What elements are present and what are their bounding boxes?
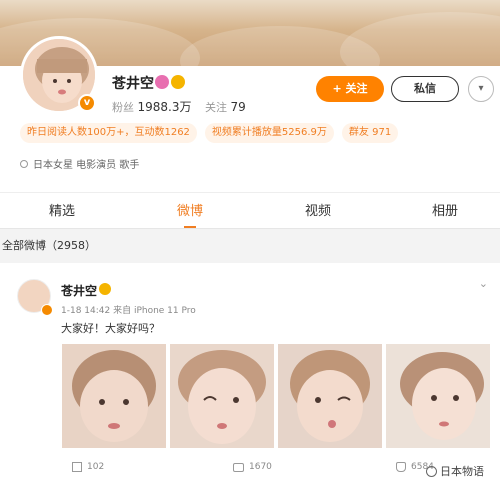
- watermark-text: 日本物语: [440, 465, 484, 478]
- post-photo[interactable]: [278, 344, 382, 448]
- share-icon: [72, 462, 82, 472]
- profile-tabs: 精选 微博 视频 相册: [0, 192, 500, 229]
- following-value[interactable]: 79: [231, 100, 246, 114]
- tag-reading[interactable]: 昨日阅读人数100万+，互动数1262: [20, 123, 197, 143]
- watermark-logo-icon: [426, 465, 437, 477]
- message-button[interactable]: 私信: [391, 76, 459, 102]
- post-photo[interactable]: [170, 344, 274, 448]
- profile-description: 日本女星 电影演员 歌手: [20, 156, 139, 171]
- gold-medal-icon[interactable]: [171, 75, 185, 89]
- member-icon[interactable]: [155, 75, 169, 89]
- post-count: 全部微博（2958）: [0, 229, 500, 263]
- location-pin-icon: [20, 159, 28, 168]
- post-photos: [62, 344, 490, 448]
- verified-badge-icon: v: [78, 94, 96, 112]
- post-gold-icon: [99, 283, 111, 295]
- post-photo[interactable]: [62, 344, 166, 448]
- more-button[interactable]: ▾: [468, 76, 494, 102]
- post-author[interactable]: 苍井空: [61, 282, 97, 299]
- post-photo[interactable]: [386, 344, 490, 448]
- share-count: 102: [87, 462, 105, 472]
- fans-label: 粉丝: [112, 101, 134, 114]
- tab-album[interactable]: 相册: [415, 193, 475, 230]
- post-text: 大家好！大家好吗？: [61, 322, 160, 335]
- profile-name: 苍井空: [112, 76, 154, 92]
- tab-weibo[interactable]: 微博: [160, 193, 220, 230]
- watermark: 日本物语: [426, 463, 484, 479]
- description-text: 日本女星 电影演员 歌手: [33, 160, 140, 171]
- post-verified-icon: [41, 304, 53, 316]
- post-card: 苍井空 1-18 14:42 来自 iPhone 11 Pro ⌄ 大家好！大家…: [0, 263, 500, 488]
- avatar-wrapper[interactable]: v: [20, 36, 98, 114]
- profile-stats: 粉丝 1988.3万 关注 79: [112, 98, 256, 115]
- comment-action[interactable]: 1670: [233, 462, 272, 472]
- profile-card: v 苍井空 粉丝 1988.3万 关注 79 + 关注 私信 ▾ 昨日阅读人数1…: [0, 36, 500, 192]
- following-label: 关注: [205, 101, 227, 114]
- like-icon: [396, 462, 406, 472]
- post-actions: 102 1670 6584: [0, 462, 500, 478]
- comment-count: 1670: [249, 462, 272, 472]
- tab-video[interactable]: 视频: [288, 193, 348, 230]
- share-action[interactable]: 102: [72, 462, 104, 472]
- comment-icon: [233, 462, 244, 472]
- tag-group[interactable]: 群友 971: [341, 123, 399, 143]
- profile-tags: 昨日阅读人数100万+，互动数1262 视频累计播放量5256.9万 群友 97…: [20, 123, 399, 143]
- fans-value[interactable]: 1988.3万: [138, 100, 192, 114]
- tag-video-plays[interactable]: 视频累计播放量5256.9万: [204, 123, 334, 143]
- chevron-down-icon[interactable]: ⌄: [479, 277, 488, 290]
- post-meta: 1-18 14:42 来自 iPhone 11 Pro: [61, 306, 196, 316]
- tab-featured[interactable]: 精选: [32, 193, 92, 230]
- follow-button[interactable]: + 关注: [316, 76, 384, 102]
